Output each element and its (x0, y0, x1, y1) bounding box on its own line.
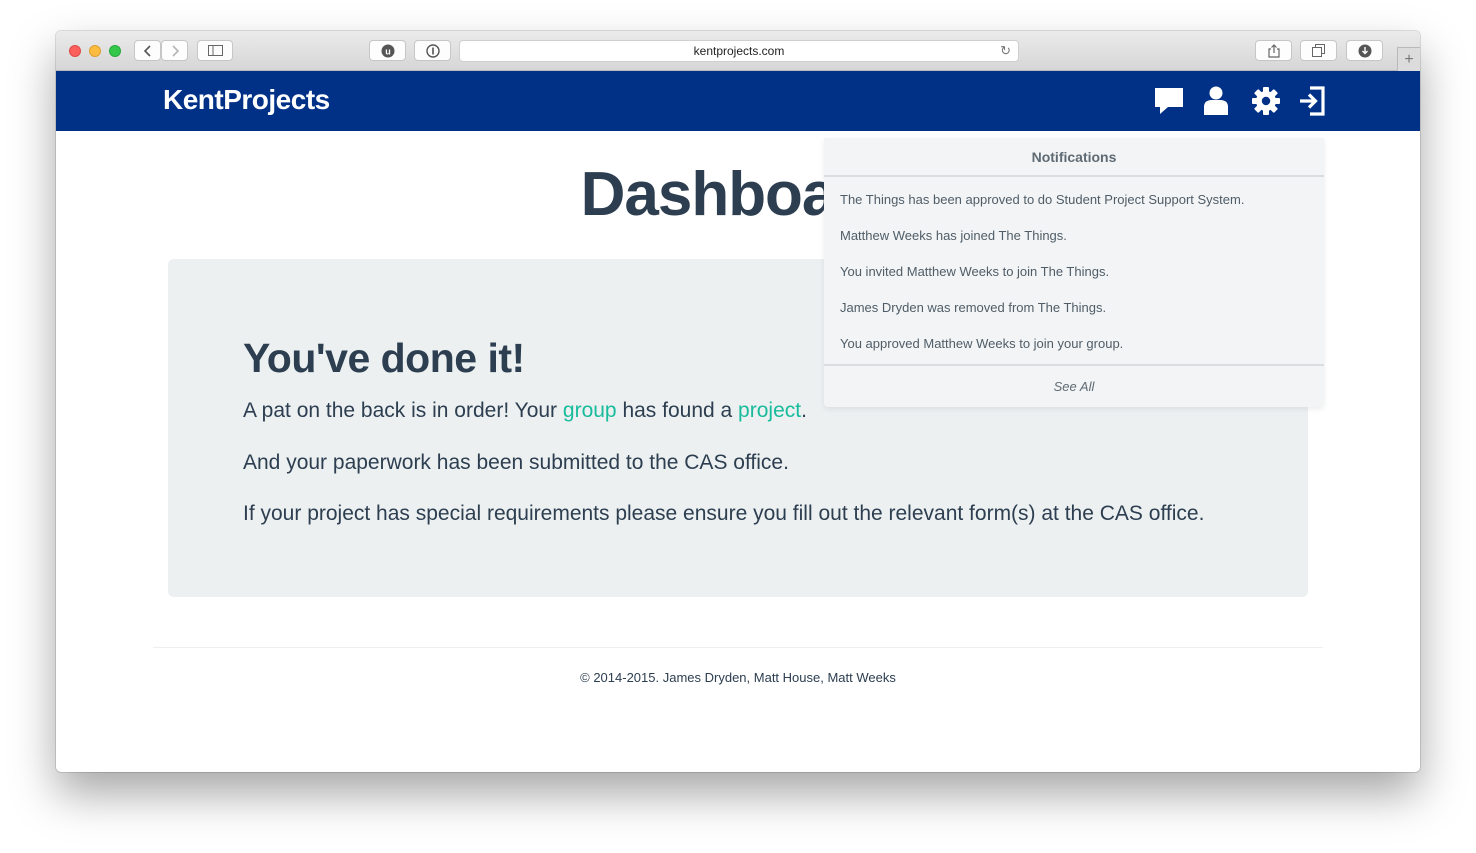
gear-icon[interactable] (1250, 85, 1282, 117)
tabs-icon (1312, 44, 1325, 57)
downloads-button[interactable] (1346, 40, 1383, 61)
password-extension-button[interactable] (414, 40, 451, 61)
notifications-dropdown: Notifications The Things has been approv… (824, 138, 1324, 407)
ublock-extension-button[interactable]: u (369, 40, 406, 61)
brand-logo[interactable]: KentProjects (163, 84, 330, 116)
chevron-right-icon (171, 44, 179, 57)
sign-out-icon[interactable] (1296, 85, 1328, 117)
notification-item[interactable]: You approved Matthew Weeks to join your … (824, 321, 1324, 357)
chat-icon[interactable] (1153, 85, 1185, 117)
message-text: A pat on the back is in order! Your (243, 399, 563, 422)
browser-toolbar: u kentprojects.com ↻ + (56, 31, 1420, 71)
url-text: kentprojects.com (693, 44, 785, 58)
chevron-left-icon (143, 44, 151, 57)
sidebar-icon (207, 45, 223, 56)
svg-text:u: u (385, 46, 391, 56)
footer-divider (153, 647, 1323, 648)
share-button[interactable] (1255, 40, 1292, 61)
success-heading: You've done it! (243, 335, 525, 381)
sidebar-button[interactable] (197, 40, 233, 61)
notification-item[interactable]: You invited Matthew Weeks to join The Th… (824, 249, 1324, 285)
notification-item[interactable]: The Things has been approved to do Stude… (824, 177, 1324, 213)
requirements-message: If your project has special requirements… (243, 502, 1205, 525)
zoom-window-button[interactable] (109, 45, 121, 57)
reload-icon[interactable]: ↻ (1000, 43, 1011, 59)
message-text: has found a (616, 399, 739, 422)
info-icon (425, 43, 440, 58)
new-tab-button[interactable]: + (1397, 47, 1420, 71)
message-text: . (801, 399, 807, 422)
close-window-button[interactable] (69, 45, 81, 57)
page-footer: © 2014-2015. James Dryden, Matt House, M… (580, 670, 896, 685)
notification-item[interactable]: Matthew Weeks has joined The Things. (824, 213, 1324, 249)
address-bar[interactable]: kentprojects.com ↻ (459, 40, 1019, 62)
ublock-icon: u (381, 44, 394, 57)
user-icon[interactable] (1200, 85, 1232, 117)
group-link[interactable]: group (563, 399, 617, 422)
see-all-link[interactable]: See All (824, 366, 1324, 407)
project-link[interactable]: project (738, 399, 801, 422)
site-navbar: KentProjects (56, 71, 1420, 131)
minimize-window-button[interactable] (89, 45, 101, 57)
forward-button[interactable] (161, 40, 188, 61)
paperwork-message: And your paperwork has been submitted to… (243, 451, 789, 474)
download-icon (1358, 44, 1371, 57)
share-icon (1267, 43, 1280, 58)
back-button[interactable] (134, 40, 161, 61)
browser-window: u kentprojects.com ↻ + KentProjects Dash… (56, 31, 1420, 772)
notifications-list: The Things has been approved to do Stude… (824, 177, 1324, 357)
tabs-overview-button[interactable] (1300, 40, 1337, 61)
notifications-header: Notifications (824, 138, 1324, 177)
notification-item[interactable]: James Dryden was removed from The Things… (824, 285, 1324, 321)
success-message: A pat on the back is in order! Your grou… (243, 399, 807, 423)
